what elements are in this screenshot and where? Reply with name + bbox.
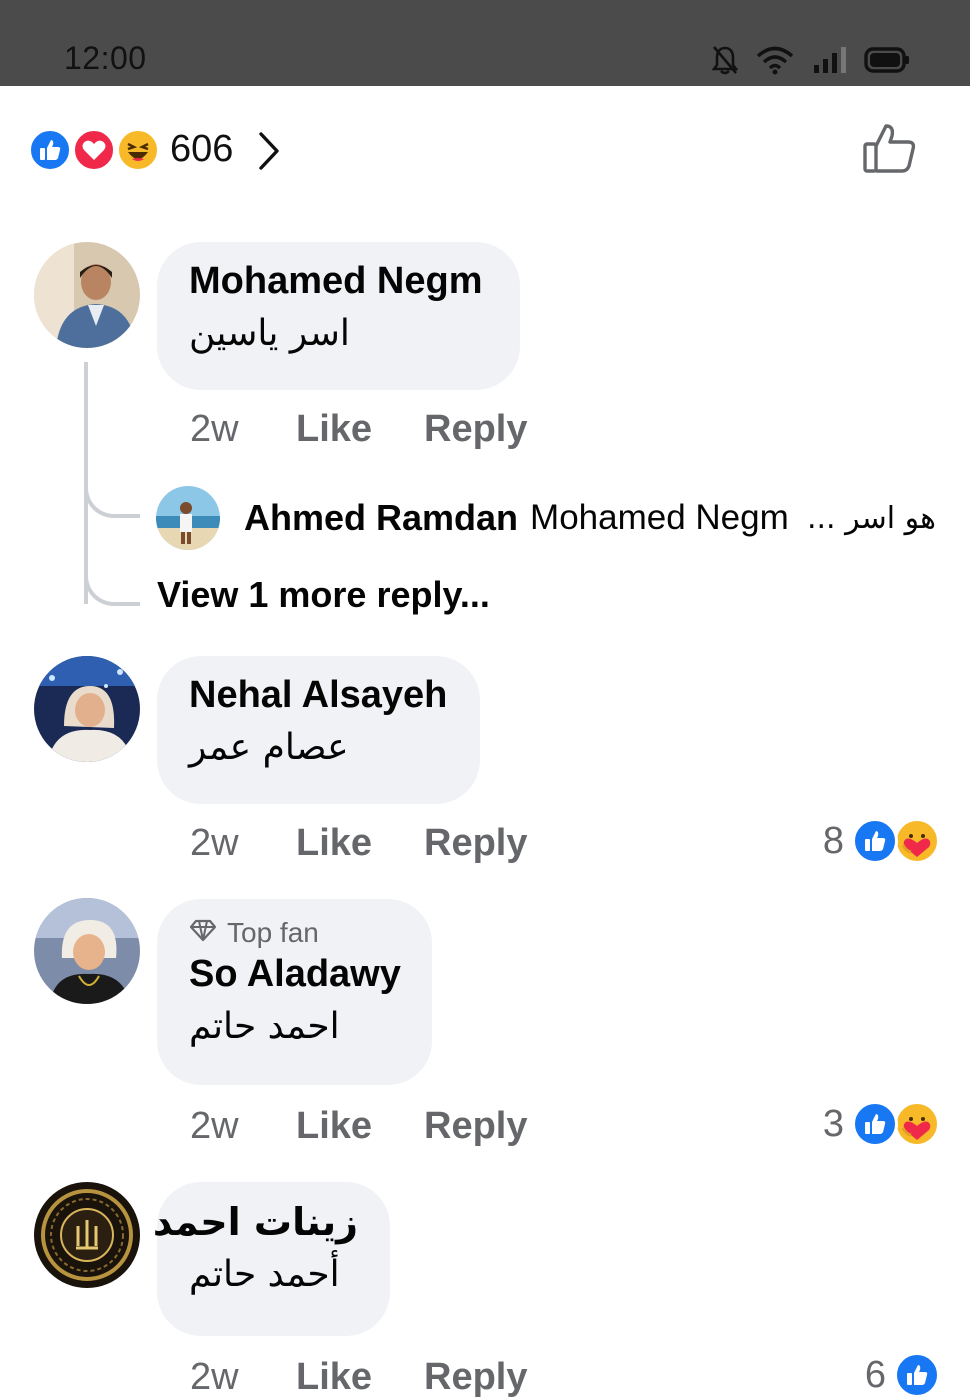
like-reaction-icon (852, 818, 898, 864)
view-more-replies-link[interactable]: View 1 more reply... (157, 574, 490, 616)
status-time: 12:00 (64, 40, 147, 76)
status-icons (712, 40, 910, 80)
avatar[interactable] (34, 656, 140, 762)
comment-author[interactable]: Mohamed Negm (189, 260, 488, 303)
comment-text: اسر ياسين (189, 313, 350, 354)
comment-reaction-summary[interactable]: 3 (823, 1101, 940, 1147)
like-reaction-icon (894, 1352, 940, 1398)
reaction-count: 8 (822, 819, 844, 862)
comment-time: 2w (190, 408, 239, 450)
thread-branch (84, 458, 140, 518)
top-fan-badge: Top fan (189, 917, 400, 949)
care-reaction-icon (894, 818, 940, 864)
comment-text: احمد حاتم (189, 1006, 340, 1047)
status-bar: 12:00 (0, 0, 970, 86)
like-reaction-icon (28, 128, 72, 172)
love-reaction-icon (72, 128, 116, 172)
like-button[interactable]: Like (296, 1356, 424, 1399)
reply-author[interactable]: Ahmed Ramdan (244, 497, 518, 539)
reply-button[interactable]: Reply (424, 822, 527, 865)
battery-icon (864, 46, 910, 74)
comment-bubble[interactable]: زينات احمد أحمد حاتم (153, 1182, 390, 1336)
comment-text: أحمد حاتم (189, 1254, 340, 1295)
reaction-count: 3 (822, 1102, 844, 1145)
avatar[interactable] (34, 1182, 140, 1288)
comment-author[interactable]: زينات احمد (153, 1200, 358, 1244)
comment-author[interactable]: So Aladawy (189, 953, 401, 996)
comment-actions: 2w Like Reply (190, 1105, 527, 1148)
chevron-right-icon[interactable] (256, 130, 282, 177)
thread-branch (84, 546, 140, 606)
avatar[interactable] (34, 898, 140, 1004)
comment-actions: 2w Like Reply (190, 1356, 527, 1399)
like-post-icon[interactable] (862, 120, 918, 181)
wifi-icon (756, 45, 794, 75)
like-reaction-icon (852, 1101, 898, 1147)
like-button[interactable]: Like (296, 408, 424, 451)
care-reaction-icon (894, 1101, 940, 1147)
post-reactions-bar[interactable]: 606 (28, 120, 948, 186)
comment-bubble[interactable]: Mohamed Negm اسر ياسين (157, 242, 520, 390)
reply-preview[interactable]: Ahmed Ramdan Mohamed Negm هو اسر ... (156, 486, 936, 550)
comment-time: 2w (190, 1356, 239, 1398)
top-fan-label: Top fan (227, 917, 319, 948)
bell-off-icon (712, 45, 738, 75)
comment-bubble[interactable]: Top fan So Aladawy احمد حاتم (157, 899, 432, 1085)
signal-icon (812, 45, 846, 75)
comment-actions: 2w Like Reply (190, 408, 527, 451)
comment-bubble[interactable]: Nehal Alsayeh عصام عمر (157, 656, 480, 804)
reply-mention[interactable]: Mohamed Negm (530, 498, 789, 538)
like-button[interactable]: Like (296, 1105, 424, 1148)
avatar[interactable] (34, 242, 140, 348)
comment-reaction-summary[interactable]: 8 (823, 818, 940, 864)
comment-author[interactable]: Nehal Alsayeh (189, 674, 448, 717)
comment-text: عصام عمر (189, 727, 349, 768)
haha-reaction-icon (116, 128, 160, 172)
like-button[interactable]: Like (296, 822, 424, 865)
comment-reaction-summary[interactable]: 6 (865, 1352, 940, 1398)
comment-actions: 2w Like Reply (190, 822, 527, 865)
reply-snippet: هو اسر ... (806, 500, 936, 536)
comment-time: 2w (190, 822, 239, 864)
diamond-icon (189, 917, 217, 949)
comment-time: 2w (190, 1105, 239, 1147)
reply-button[interactable]: Reply (424, 1356, 527, 1399)
reaction-count: 6 (864, 1353, 886, 1396)
reply-button[interactable]: Reply (424, 1105, 527, 1148)
reply-avatar[interactable] (156, 486, 220, 550)
reaction-count[interactable]: 606 (170, 128, 233, 171)
reply-button[interactable]: Reply (424, 408, 527, 451)
